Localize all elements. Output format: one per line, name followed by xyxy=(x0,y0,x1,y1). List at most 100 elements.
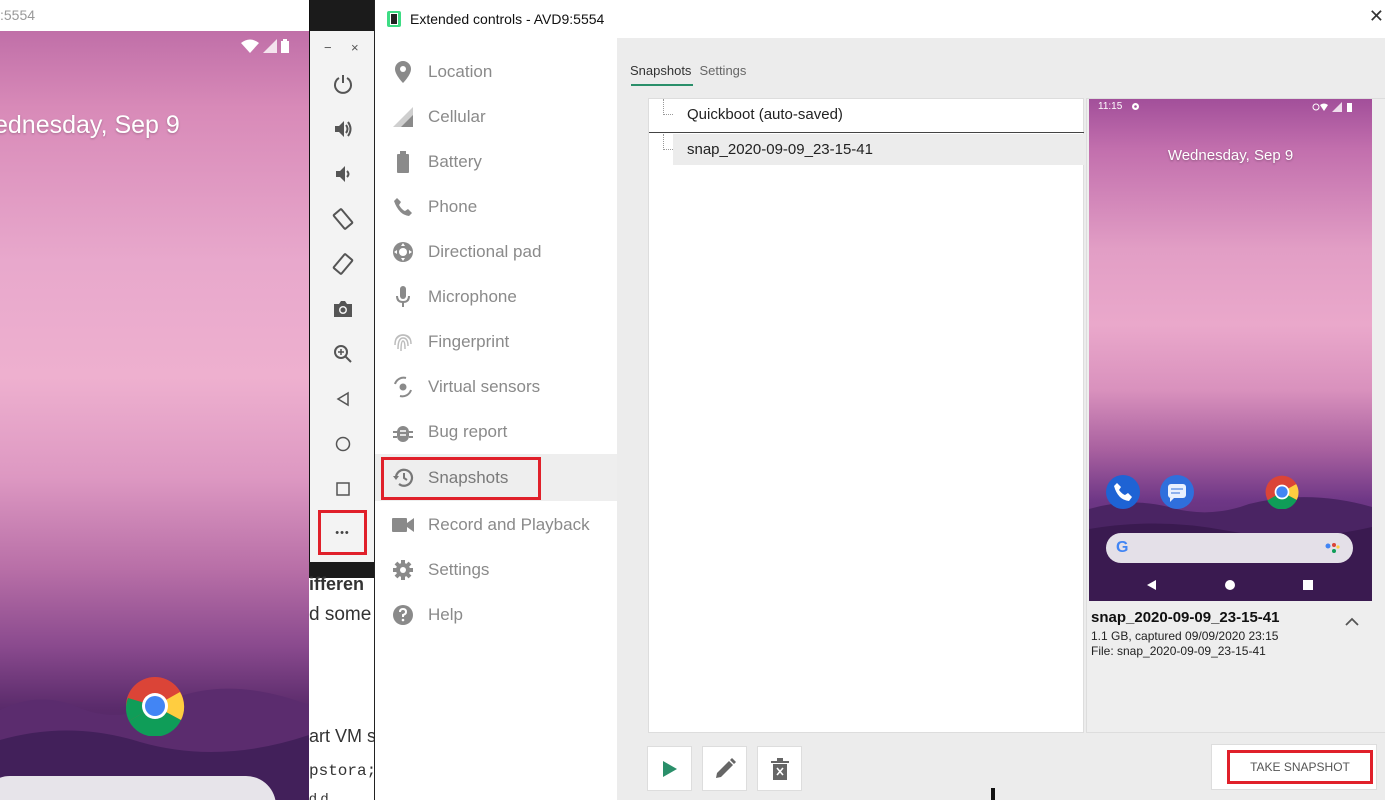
nav-item-settings[interactable]: Settings xyxy=(375,547,617,592)
chrome-app-icon[interactable] xyxy=(125,676,185,736)
zoom-button[interactable] xyxy=(329,340,357,368)
preview-snapshot-name: snap_2020-09-09_23-15-41 xyxy=(1091,609,1280,626)
volume-down-icon xyxy=(336,166,350,182)
home-button[interactable] xyxy=(329,430,357,458)
nav-label: Virtual sensors xyxy=(428,376,541,396)
preview-snapshot-details: 1.1 GB, captured 09/09/2020 23:15 File: … xyxy=(1091,629,1278,659)
nav-label: Settings xyxy=(428,559,490,579)
nav-item-directional-pad[interactable]: Directional pad xyxy=(375,229,617,274)
camera-button[interactable] xyxy=(329,295,357,323)
volume-down-button[interactable] xyxy=(329,160,357,188)
snapshot-list: Quickboot (auto-saved) snap_2020-09-09_2… xyxy=(648,98,1084,733)
minimize-button[interactable]: − xyxy=(324,40,332,55)
pencil-icon xyxy=(715,757,736,778)
nav-item-bug-report[interactable]: Bug report xyxy=(375,409,617,454)
microphone-icon xyxy=(391,285,415,309)
tab-settings[interactable]: Settings xyxy=(699,63,746,78)
nav-item-cellular[interactable]: Cellular xyxy=(375,94,617,139)
nav-label: Location xyxy=(428,61,493,81)
power-icon xyxy=(334,75,352,94)
nav-label: Bug report xyxy=(428,421,508,441)
document-text: d some xyxy=(309,604,372,625)
take-snapshot-button[interactable]: TAKE SNAPSHOT xyxy=(1227,750,1373,784)
extended-controls-titlebar: Extended controls - AVD9:5554 ✕ xyxy=(375,0,1385,38)
emulator-screen[interactable]: ednesday, Sep 9 xyxy=(0,31,309,800)
document-text: ifferen xyxy=(309,574,365,594)
snapshot-row-selected[interactable]: snap_2020-09-09_23-15-41 xyxy=(663,134,1084,165)
back-button[interactable] xyxy=(329,385,357,413)
document-text: d d xyxy=(309,790,329,800)
tab-snapshots[interactable]: Snapshots xyxy=(630,63,691,78)
tree-connector xyxy=(663,134,673,150)
nav-label: Record and Playback xyxy=(428,514,590,534)
tab-bar: Snapshots Settings xyxy=(630,63,746,78)
emulator-status-bar xyxy=(241,39,289,53)
nav-label: Microphone xyxy=(428,286,517,306)
dpad-icon xyxy=(391,240,415,264)
edit-snapshot-button[interactable] xyxy=(702,746,747,791)
emulator-search-bar[interactable] xyxy=(0,776,276,800)
settings-status-icon xyxy=(1132,103,1139,110)
nav-item-record-playback[interactable]: Record and Playback xyxy=(375,502,617,547)
emulator-window: :5554 ednesday, Sep 9 xyxy=(0,0,309,800)
help-icon xyxy=(391,603,415,627)
snapshot-file: File: snap_2020-09-09_23-15-41 xyxy=(1091,644,1266,658)
rotate-right-button[interactable] xyxy=(329,250,357,278)
overview-button[interactable] xyxy=(329,475,357,503)
nav-label: Battery xyxy=(428,151,482,171)
close-window-button[interactable]: ✕ xyxy=(1369,6,1384,27)
nav-item-fingerprint[interactable]: Fingerprint xyxy=(375,319,617,364)
nav-label: Directional pad xyxy=(428,241,542,261)
more-icon: ••• xyxy=(335,526,350,539)
preview-search-bar: G xyxy=(1106,533,1353,563)
nav-item-microphone[interactable]: Microphone xyxy=(375,274,617,319)
trash-icon xyxy=(770,757,789,780)
bug-icon xyxy=(391,420,415,444)
emulator-toolbar: − × xyxy=(309,0,375,562)
preview-screenshot: 11:15 Wednesday, Sep 9 G xyxy=(1089,99,1372,601)
document-text: pstora; xyxy=(309,762,374,780)
window-edge xyxy=(991,788,995,800)
gear-icon xyxy=(391,558,415,582)
phone-app-icon xyxy=(1106,475,1140,509)
camera-icon xyxy=(334,301,352,317)
video-camera-icon xyxy=(391,513,415,537)
power-button[interactable] xyxy=(329,70,357,98)
preview-date: Wednesday, Sep 9 xyxy=(1167,147,1294,164)
play-snapshot-button[interactable] xyxy=(647,746,692,791)
virtual-sensors-icon xyxy=(391,375,415,399)
nav-item-battery[interactable]: Battery xyxy=(375,139,617,184)
rotate-right-icon xyxy=(332,253,354,275)
volume-up-icon xyxy=(335,121,352,137)
battery-icon xyxy=(391,150,415,174)
window-title: Extended controls - AVD9:5554 xyxy=(410,11,605,27)
rotate-left-icon xyxy=(332,208,354,230)
volume-up-button[interactable] xyxy=(329,115,357,143)
snapshot-row[interactable]: Quickboot (auto-saved) xyxy=(649,99,1084,130)
phone-icon xyxy=(391,195,415,219)
extended-controls-nav: Location Cellular Battery Phone Directio… xyxy=(375,38,617,800)
play-icon xyxy=(662,760,677,777)
nav-item-location[interactable]: Location xyxy=(375,49,617,94)
overview-icon xyxy=(336,482,350,496)
cellular-signal-icon xyxy=(391,105,415,129)
nav-item-help[interactable]: Help xyxy=(375,592,617,637)
close-emulator-button[interactable]: × xyxy=(351,40,359,55)
nav-item-phone[interactable]: Phone xyxy=(375,184,617,229)
snapshots-panel: Snapshots Settings Quickboot (auto-saved… xyxy=(617,38,1385,800)
more-button[interactable]: ••• xyxy=(318,510,367,555)
toolbar-header xyxy=(310,0,375,31)
nav-label: Phone xyxy=(428,196,478,216)
nav-label: Help xyxy=(428,604,463,624)
assistant-icon xyxy=(1325,543,1340,553)
nav-item-virtual-sensors[interactable]: Virtual sensors xyxy=(375,364,617,409)
rotate-left-button[interactable] xyxy=(329,205,357,233)
snapshot-preview: 11:15 Wednesday, Sep 9 G snap_2020-09-09… xyxy=(1086,98,1385,733)
delete-snapshot-button[interactable] xyxy=(757,746,802,791)
nav-label: Fingerprint xyxy=(428,331,510,351)
wifi-icon xyxy=(241,39,259,53)
chevron-up-icon[interactable] xyxy=(1345,617,1359,627)
zoom-icon xyxy=(334,345,352,363)
emulator-title: :5554 xyxy=(0,0,309,31)
extended-controls-window: Extended controls - AVD9:5554 ✕ Location… xyxy=(374,0,1385,800)
